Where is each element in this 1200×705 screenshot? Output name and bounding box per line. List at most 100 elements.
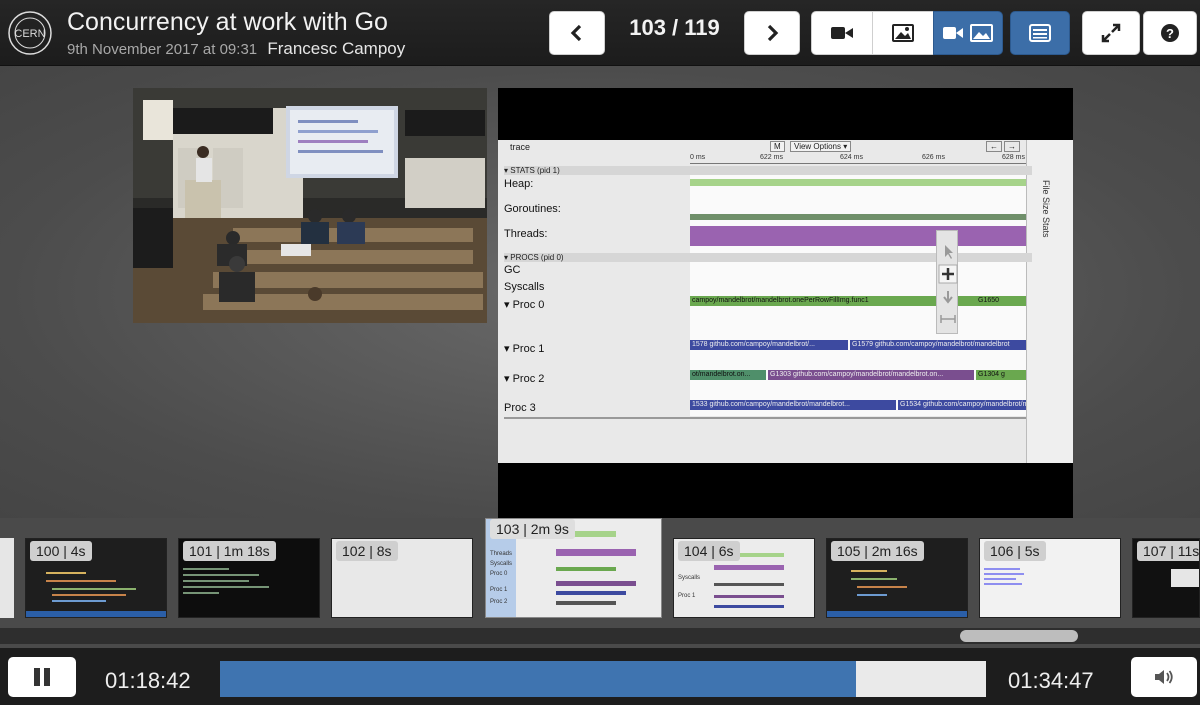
question-circle-icon: ?	[1161, 24, 1179, 42]
trace-arrow-left: ←	[986, 141, 1002, 152]
proc2-bar-a: ot/mandelbrot.on...	[690, 370, 766, 380]
event-date: 9th November 2017 at 09:31	[67, 41, 258, 58]
thumbnail-slide-105[interactable]: 105 | 2m 16s	[826, 538, 968, 618]
thumbnail-label: 102 | 8s	[336, 541, 398, 561]
view-video-only-button[interactable]	[811, 11, 873, 55]
svg-text:Syscalls: Syscalls	[490, 561, 512, 567]
trace-m-button: M	[770, 141, 785, 152]
trace-viewer-slide: trace M View Options ▾ ← → = ? 0 ms 622 …	[498, 140, 1073, 463]
presentation-stage: trace M View Options ▾ ← → = ? 0 ms 622 …	[0, 66, 1200, 519]
trace-tools-icons	[938, 245, 958, 323]
thumbnail-slide-101[interactable]: 101 | 1m 18s	[178, 538, 320, 618]
ruler-tick: 622 ms	[760, 154, 783, 161]
thumbnail-slide-100[interactable]: 100 | 4s	[25, 538, 167, 618]
help-button[interactable]: ?	[1143, 11, 1197, 55]
stats-section-header: ▾ STATS (pid 1)	[504, 166, 1032, 175]
top-bar: CERN Concurrency at work with Go 9th Nov…	[0, 0, 1200, 66]
player-controls: 01:18:42 01:34:47	[0, 648, 1200, 705]
proc3-bar-b: G1534 github.com/campoy/mandelbrot/mande…	[898, 400, 1026, 410]
trace-divider	[504, 417, 1026, 419]
row-proc-0: ▾ Proc 0	[504, 299, 545, 311]
total-time: 01:34:47	[1008, 668, 1094, 693]
threads-bar	[690, 226, 1026, 246]
thumbnail-strip[interactable]: 100 | 4s 101 | 1m 18s 102 | 8s Threads S…	[0, 518, 1200, 628]
thumbnail-slide-106[interactable]: 106 | 5s	[979, 538, 1121, 618]
thumbnail-label: 100 | 4s	[30, 541, 92, 561]
ruler-tick: 624 ms	[840, 154, 863, 161]
slide-view[interactable]: trace M View Options ▾ ← → = ? 0 ms 622 …	[498, 88, 1073, 519]
list-icon	[1029, 24, 1051, 42]
ruler-tick: 628 ms	[1002, 154, 1025, 161]
thumbnail-label: 105 | 2m 16s	[831, 541, 924, 561]
next-slide-button[interactable]	[744, 11, 800, 55]
thumbnail-scrollbar[interactable]	[0, 628, 1200, 644]
expand-icon	[1101, 23, 1121, 43]
cern-logo: CERN	[6, 9, 54, 57]
lecture-hall-video-frame	[133, 88, 487, 323]
video-and-image-icon	[943, 24, 993, 42]
svg-text:CERN: CERN	[14, 28, 45, 40]
proc3-bar-a: 1533 github.com/campoy/mandelbrot/mandel…	[690, 400, 896, 410]
ruler-tick: 626 ms	[922, 154, 945, 161]
trace-toolbar: trace M View Options ▾ ← → = ?	[498, 140, 1073, 154]
svg-text:Proc 1: Proc 1	[490, 587, 508, 593]
row-syscalls: Syscalls	[504, 281, 545, 293]
page-title: Concurrency at work with Go	[67, 8, 388, 36]
volume-button[interactable]	[1131, 657, 1197, 697]
time-ruler: 0 ms 622 ms 624 ms 626 ms 628 ms	[690, 154, 1026, 164]
proc2-bar-c: G1304 g	[976, 370, 1026, 380]
proc0-bar-b: G1650	[976, 296, 1026, 306]
volume-icon	[1155, 670, 1173, 684]
svg-text:Proc 1: Proc 1	[678, 593, 696, 599]
svg-text:Threads: Threads	[490, 551, 512, 557]
row-heap: Heap:	[504, 178, 534, 190]
thumbnail-slide-102[interactable]: 102 | 8s	[331, 538, 473, 618]
thumbnail-slide-104[interactable]: Syscalls Proc 1 104 | 6s	[673, 538, 815, 618]
speaker-video[interactable]	[133, 88, 487, 323]
pause-button[interactable]	[8, 657, 76, 697]
progress-fill	[220, 661, 856, 697]
scrollbar-thumb[interactable]	[960, 630, 1078, 642]
trace-arrow-right: →	[1004, 141, 1020, 152]
ruler-tick: 0 ms	[690, 154, 706, 161]
chevron-left-icon	[570, 24, 582, 42]
video-camera-icon	[831, 27, 853, 39]
row-proc-2: ▾ Proc 2	[504, 373, 545, 385]
thumbnail-partial[interactable]	[0, 538, 14, 618]
proc0-bar-a: campoy/mandelbrot/mandelbrot.onePerRowFi…	[690, 296, 976, 306]
current-time: 01:18:42	[105, 668, 191, 693]
proc1-bar-b: G1579 github.com/campoy/mandelbrot/mande…	[850, 340, 1026, 350]
event-info: 9th November 2017 at 09:31 Francesc Camp…	[67, 39, 405, 59]
chevron-right-icon	[767, 24, 779, 42]
goroutines-bar	[690, 214, 1026, 220]
trace-side-panel: File Size Stats	[1026, 140, 1073, 463]
row-proc-3: Proc 3	[504, 402, 536, 414]
proc1-bar-a: 1578 github.com/campoy/mandelbrot/...	[690, 340, 848, 350]
thumbnail-label: 107 | 11s	[1137, 541, 1199, 561]
progress-bar[interactable]	[220, 661, 986, 697]
thumbnail-slide-107[interactable]: 107 | 11s	[1132, 538, 1200, 618]
row-goroutines: Goroutines:	[504, 203, 561, 215]
previous-slide-button[interactable]	[549, 11, 605, 55]
row-proc-1: ▾ Proc 1	[504, 343, 545, 355]
view-video-and-slides-button[interactable]	[933, 11, 1003, 55]
thumbnail-label: 106 | 5s	[984, 541, 1046, 561]
thumbnail-label: 101 | 1m 18s	[183, 541, 276, 561]
row-gc: GC	[504, 264, 521, 276]
thumbnail-label: 104 | 6s	[678, 541, 740, 561]
table-of-contents-button[interactable]	[1010, 11, 1070, 55]
pause-icon	[34, 668, 50, 686]
svg-text:?: ?	[1166, 26, 1174, 41]
thumbnail-slide-103-current[interactable]: Threads Syscalls Proc 0 Proc 1 Proc 2 10…	[485, 518, 662, 618]
image-icon	[892, 24, 914, 42]
view-slides-only-button[interactable]	[872, 11, 934, 55]
trace-tool-palette	[936, 230, 958, 334]
heap-bar	[690, 179, 1026, 186]
file-size-stats-label: File Size Stats	[1041, 180, 1051, 238]
thumbnail-label: 103 | 2m 9s	[490, 519, 575, 539]
svg-text:Syscalls: Syscalls	[678, 575, 700, 581]
fullscreen-button[interactable]	[1082, 11, 1140, 55]
trace-title: trace	[510, 142, 531, 152]
trace-view-options: View Options ▾	[790, 141, 852, 152]
svg-text:Proc 2: Proc 2	[490, 599, 508, 605]
